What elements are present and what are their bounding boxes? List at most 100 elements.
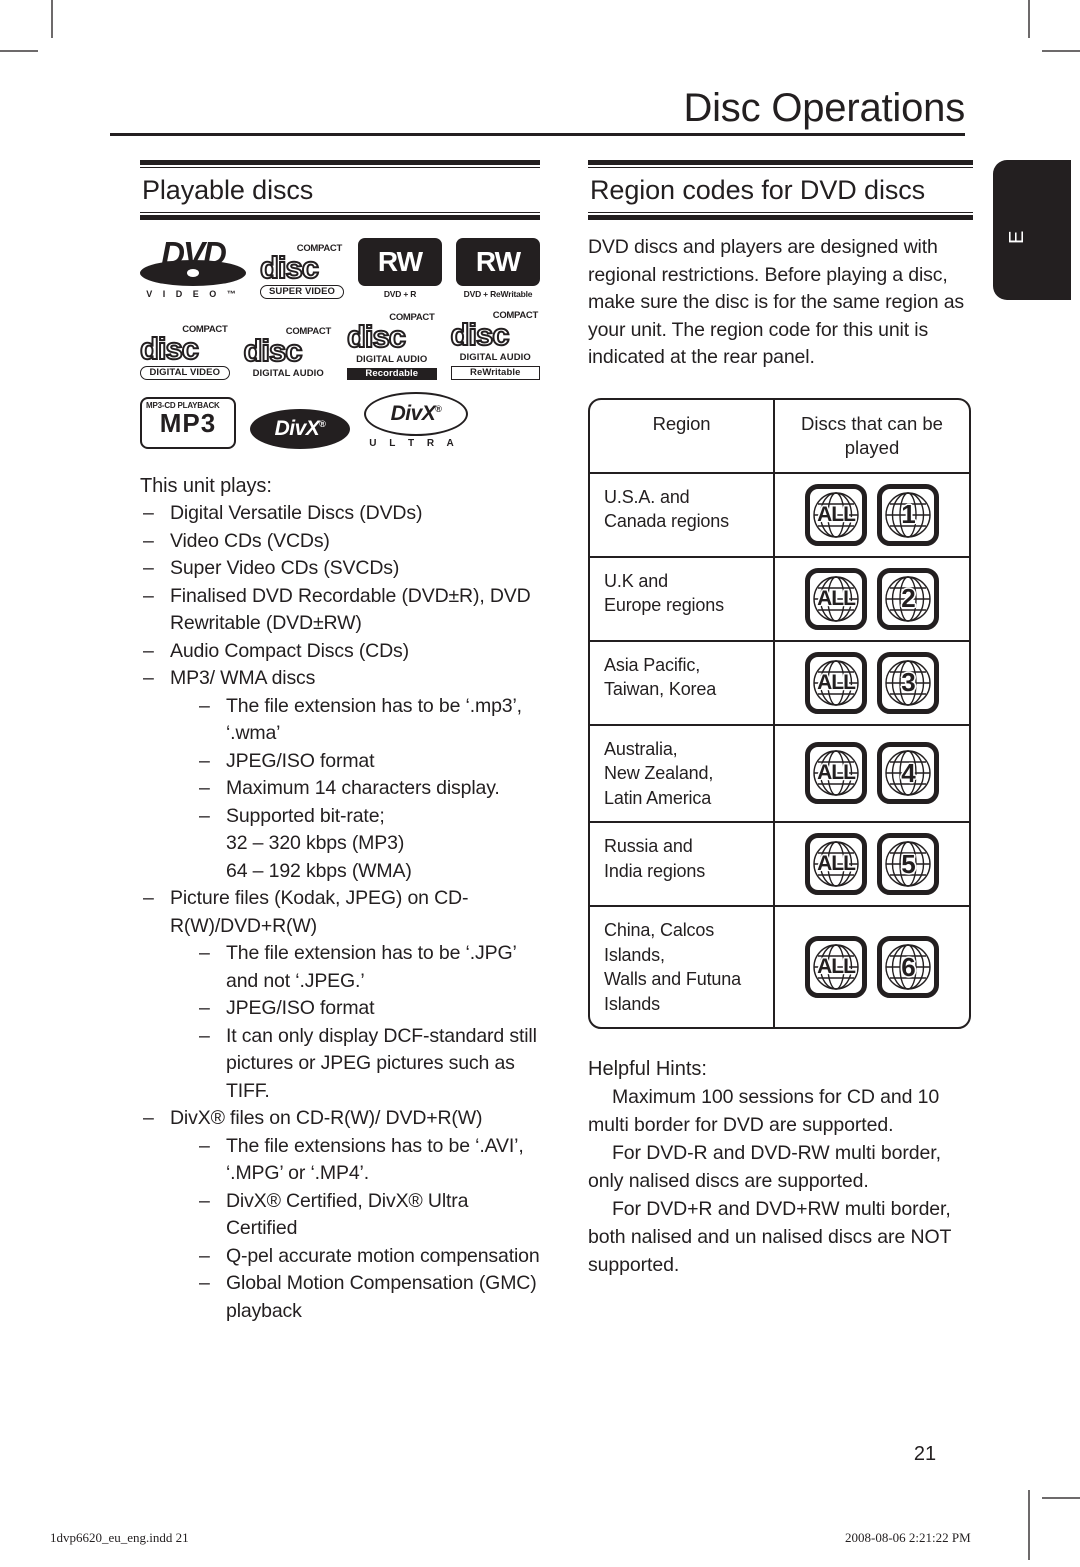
globe-all-icon: ALL <box>805 651 867 714</box>
region-line: China, Calcos <box>604 920 715 941</box>
list-item: – JPEG/ISO format <box>196 748 540 776</box>
region-line: Australia, <box>604 738 678 759</box>
left-column: Playable discs DVD V I D E O ™ COMPACT d… <box>139 160 540 1325</box>
divx-ultra-logo-word: DivX® <box>390 402 442 426</box>
region-codes-heading: Region codes for DVD discs <box>590 175 926 205</box>
heading-rule-bottom-thick <box>140 215 540 221</box>
cd-rec-word: disc <box>346 319 407 355</box>
heading-rule-bottom-thin <box>588 212 973 214</box>
region-cell: Asia Pacific, Taiwan, Korea <box>590 641 775 724</box>
divx-ultra-logo: DivX® U L T R A <box>364 392 468 450</box>
crop-mark-top-right-vertical <box>1028 0 1030 38</box>
playable-discs-heading: Playable discs <box>142 175 314 205</box>
region-line: Islands <box>604 993 660 1014</box>
list-item: – Picture files (Kodak, JPEG) on CD-R(W)… <box>140 885 540 1105</box>
list-item-label: The file extension has to be ‘.mp3’, ‘.w… <box>226 694 522 745</box>
table-row: China, Calcos Islands, Walls and Futuna … <box>590 905 969 1028</box>
picture-files-sublist: – The file extension has to be ‘.JPG’ and… <box>196 940 540 1105</box>
dash-bullet: – <box>143 667 154 690</box>
list-item-label: It can only display DCF-standard still p… <box>226 1024 537 1102</box>
bitrate-mp3-value: 32 – 320 kbps (MP3) <box>226 832 405 855</box>
region-cell: Australia, New Zealand, Latin America <box>590 725 775 822</box>
region-cell: Russia and India regions <box>590 823 775 906</box>
globe-region-icon: 1 <box>877 483 939 546</box>
globe-all-label: ALL <box>817 761 856 785</box>
dvd-video-logo-sub: V I D E O ™ <box>146 289 240 300</box>
list-item: – Video CDs (VCDs) <box>140 528 540 556</box>
table-row: U.K and Europe regions ALL 2 <box>590 555 969 640</box>
badges-cell: ALL 1 <box>775 474 969 556</box>
dash-bullet: – <box>143 639 154 662</box>
crop-mark-top-right-horizontal <box>1042 50 1080 52</box>
playable-discs-heading-block: Playable discs <box>140 160 540 221</box>
crop-mark-top-left-vertical <box>51 0 53 38</box>
cd-svcd-band: SUPER VIDEO <box>260 285 344 300</box>
crop-mark-top-left-horizontal <box>0 50 38 52</box>
table-header-discs: Discs that can be played <box>801 412 943 458</box>
globe-all-label: ALL <box>817 586 856 610</box>
region-line: Walls and Futuna <box>604 969 742 990</box>
globe-all-label: ALL <box>817 852 856 876</box>
heading-rule-top-thick <box>140 160 540 165</box>
dash-bullet: – <box>199 1024 210 1047</box>
dash-bullet: – <box>143 502 154 525</box>
this-unit-plays-lead: This unit plays: <box>140 475 272 498</box>
globe-all-label: ALL <box>817 502 856 526</box>
list-item-label: Global Motion Compensation (GMC) playbac… <box>226 1272 537 1322</box>
region-line: Islands, <box>604 944 665 965</box>
cd-rec-band: DIGITAL AUDIO <box>356 354 428 366</box>
cd-rw-band: DIGITAL AUDIO <box>459 352 531 364</box>
compact-disc-digital-video-logo: COMPACT disc DIGITAL VIDEO <box>139 325 230 381</box>
badges-cell: ALL 5 <box>775 823 969 905</box>
divx-ultra-caption: U L T R A <box>369 438 459 450</box>
badges-cell: ALL 2 <box>775 558 969 640</box>
globe-all-label: ALL <box>817 955 856 979</box>
dvd-plus-r-plate-text: RW <box>377 246 423 278</box>
globe-region-label: 1 <box>901 499 915 530</box>
list-item-label: Super Video CDs (SVCDs) <box>170 557 400 580</box>
region-line: India regions <box>604 860 706 881</box>
list-item-label: The file extensions has to be ‘.AVI’, ‘.… <box>226 1134 524 1185</box>
region-cell: China, Calcos Islands, Walls and Futuna … <box>590 907 775 1028</box>
list-item: – Global Motion Compensation (GMC) playba… <box>196 1270 540 1325</box>
list-item-label: Finalised DVD Recordable (DVD±R), DVD Re… <box>170 584 531 635</box>
badges-cell: ALL 3 <box>775 642 969 724</box>
footer-timestamp: 2008-08-06 2:21:22 PM <box>845 1530 971 1545</box>
dash-bullet: – <box>143 584 154 607</box>
badges-cell: ALL 4 <box>775 726 969 822</box>
region-codes-intro: DVD discs and players are designed with … <box>588 236 964 369</box>
right-column: Region codes for DVD discs DVD discs and… <box>588 160 973 1279</box>
list-item-label: Supported bit-rate; <box>226 804 385 827</box>
chapter-title: Disc Operations <box>683 86 965 130</box>
helpful-hints-title: Helpful Hints: <box>588 1058 707 1081</box>
mp3-cd-playback-logo: MP3-CD PLAYBACK MP3 <box>140 397 236 450</box>
cd-da-band: DIGITAL AUDIO <box>252 368 324 380</box>
dvd-plus-rw-plate-text: RW <box>475 246 521 278</box>
logo-row-3: MP3-CD PLAYBACK MP3 DivX® DivX® U L T R … <box>140 392 540 450</box>
crop-mark-bottom-right-vertical <box>1028 1490 1030 1560</box>
dash-bullet: – <box>199 997 210 1020</box>
region-line: Canada regions <box>604 511 729 532</box>
globe-region-label: 4 <box>901 757 915 788</box>
list-item: – DivX® Certified, DivX® Ultra Certified <box>196 1188 540 1243</box>
dvd-plus-rw-caption: DVD + ReWritable <box>463 289 533 300</box>
compact-disc-digital-audio-logo: COMPACT disc DIGITAL AUDIO <box>243 327 334 380</box>
dash-bullet: – <box>199 749 210 772</box>
region-line: Europe regions <box>604 595 724 616</box>
mp3-logo-word: MP3 <box>159 408 217 439</box>
list-item: – MP3/ WMA discs – The file extension has… <box>140 665 540 885</box>
mp3-logo-box: MP3-CD PLAYBACK MP3 <box>140 397 236 450</box>
badges-cell: ALL 6 <box>775 907 969 1027</box>
compact-disc-recordable-logo: COMPACT disc DIGITAL AUDIO Recordable <box>346 313 437 381</box>
dash-bullet: – <box>199 777 210 800</box>
region-line: U.S.A. and <box>604 486 690 507</box>
globe-all-icon: ALL <box>805 833 867 896</box>
table-row: Russia and India regions ALL 5 <box>590 821 969 906</box>
heading-rule-bottom-thin <box>140 212 540 214</box>
globe-region-icon: 5 <box>877 833 939 896</box>
cd-da-word: disc <box>243 333 304 369</box>
list-item: – It can only display DCF-standard still … <box>196 1023 540 1106</box>
divx-logo-pill: DivX® <box>250 409 350 450</box>
dash-bullet: – <box>199 804 210 827</box>
region-codes-heading-block: Region codes for DVD discs <box>588 160 973 221</box>
